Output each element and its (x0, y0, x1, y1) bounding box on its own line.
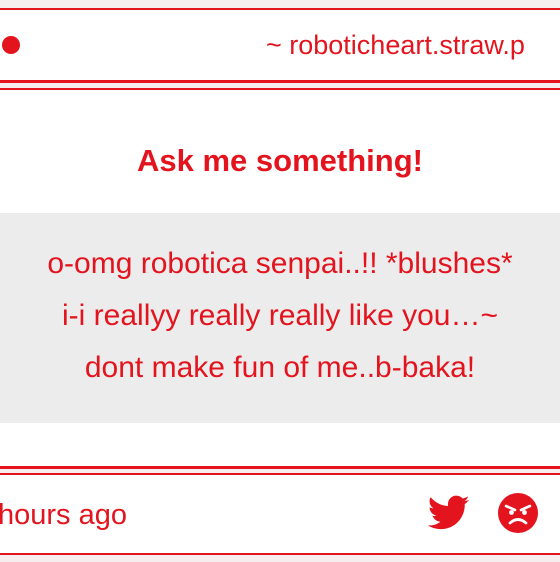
profile-url[interactable]: ~ roboticheart.straw.p (266, 28, 525, 62)
twitter-icon[interactable] (428, 495, 470, 531)
status-dot (2, 36, 20, 54)
card-footer: hours ago (0, 475, 560, 553)
card-title: Ask me something! (137, 143, 423, 178)
header-divider (0, 83, 560, 90)
footer-divider (0, 466, 560, 475)
question-line: o-omg robotica senpai..!! *blushes* (47, 247, 513, 280)
url-header: ~ roboticheart.straw.p (0, 10, 560, 83)
question-card: Ask me something! o-omg robotica senpai.… (0, 90, 560, 466)
question-line: i-i reallyy really really like you…~ (62, 299, 498, 332)
timestamp: hours ago (0, 499, 127, 531)
bottom-border (0, 553, 560, 562)
angry-face-icon[interactable] (497, 492, 539, 534)
question-box: o-omg robotica senpai..!! *blushes* i-i … (0, 213, 560, 423)
top-border (0, 0, 560, 10)
question-line: dont make fun of me..b-baka! (84, 351, 476, 384)
